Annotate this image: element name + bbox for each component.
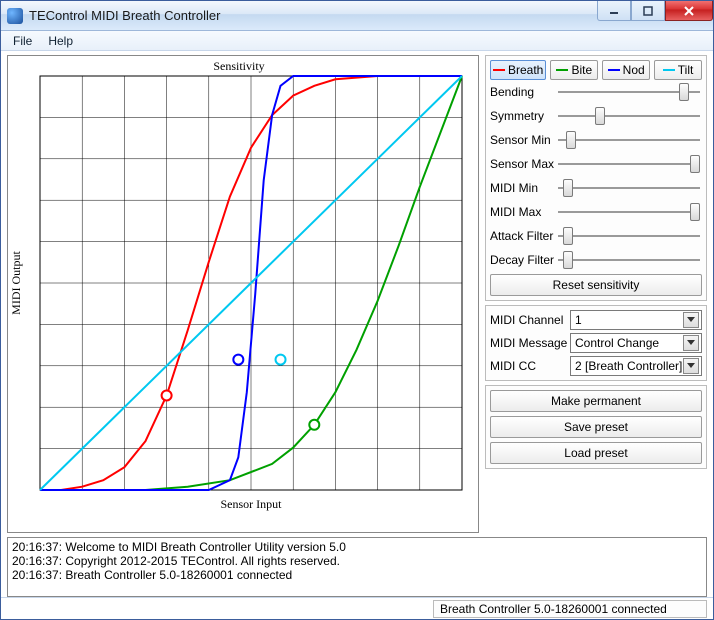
log-line: 20:16:37: Copyright 2012-2015 TEControl.…	[12, 554, 702, 568]
chevron-down-icon	[683, 358, 699, 374]
svg-text:Sensitivity: Sensitivity	[213, 59, 264, 73]
log-line: 20:16:37: Welcome to MIDI Breath Control…	[12, 540, 702, 554]
slider-label-bending: Bending	[490, 85, 556, 99]
slider-label-midi-max: MIDI Max	[490, 205, 556, 219]
legend-label: Nod	[623, 63, 645, 77]
slider-sensor-min[interactable]	[558, 131, 700, 149]
slider-label-symmetry: Symmetry	[490, 109, 556, 123]
slider-sensor-max[interactable]	[558, 155, 700, 173]
save-preset-button[interactable]: Save preset	[490, 416, 702, 438]
legend-label: Breath	[508, 63, 543, 77]
slider-attack-filter[interactable]	[558, 227, 700, 245]
make-permanent-button[interactable]: Make permanent	[490, 390, 702, 412]
menu-help[interactable]: Help	[40, 32, 81, 50]
midi-cc-label: MIDI CC	[490, 359, 570, 373]
slider-label-sensor-min: Sensor Min	[490, 133, 556, 147]
menu-file[interactable]: File	[5, 32, 40, 50]
app-icon	[7, 8, 23, 24]
slider-midi-min[interactable]	[558, 179, 700, 197]
chart-canvas: Sensitivity Sensor Input MIDI Output	[8, 56, 470, 514]
legend-swatch	[556, 69, 568, 71]
sensitivity-panel: Breath Bite Nod Tilt Bending Symmetry Sensor …	[485, 55, 707, 301]
window-close-button[interactable]	[665, 1, 713, 21]
midi-channel-value: 1	[575, 313, 582, 327]
statusbar: Breath Controller 5.0-18260001 connected	[1, 597, 713, 619]
legend-swatch	[493, 69, 505, 71]
legend-breath-button[interactable]: Breath	[490, 60, 546, 80]
slider-bending[interactable]	[558, 83, 700, 101]
sensitivity-chart: Sensitivity Sensor Input MIDI Output	[7, 55, 479, 533]
menubar: File Help	[1, 31, 713, 51]
slider-label-attack-filter: Attack Filter	[490, 229, 556, 243]
legend-nod-button[interactable]: Nod	[602, 60, 650, 80]
slider-label-sensor-max: Sensor Max	[490, 157, 556, 171]
svg-text:Sensor Input: Sensor Input	[221, 497, 283, 511]
window-maximize-button[interactable]	[631, 1, 665, 21]
legend-bite-button[interactable]: Bite	[550, 60, 598, 80]
titlebar: TEControl MIDI Breath Controller	[1, 1, 713, 31]
slider-decay-filter[interactable]	[558, 251, 700, 269]
midi-channel-label: MIDI Channel	[490, 313, 570, 327]
legend-label: Tilt	[678, 63, 694, 77]
svg-text:MIDI Output: MIDI Output	[9, 251, 23, 315]
log-panel[interactable]: 20:16:37: Welcome to MIDI Breath Control…	[7, 537, 707, 597]
midi-channel-select[interactable]: 1	[570, 310, 702, 330]
reset-sensitivity-button[interactable]: Reset sensitivity	[490, 274, 702, 296]
status-text: Breath Controller 5.0-18260001 connected	[433, 600, 707, 618]
window-title: TEControl MIDI Breath Controller	[29, 8, 220, 23]
legend-tilt-button[interactable]: Tilt	[654, 60, 702, 80]
chevron-down-icon	[683, 335, 699, 351]
log-line: 20:16:37: Breath Controller 5.0-18260001…	[12, 568, 702, 582]
legend-swatch	[608, 69, 620, 71]
slider-label-decay-filter: Decay Filter	[490, 253, 556, 267]
midi-message-select[interactable]: Control Change	[570, 333, 702, 353]
legend-swatch	[663, 69, 675, 71]
midi-cc-value: 2 [Breath Controller]	[575, 359, 682, 373]
legend-label: Bite	[571, 63, 592, 77]
midi-message-value: Control Change	[575, 336, 659, 350]
preset-panel: Make permanent Save preset Load preset	[485, 385, 707, 469]
slider-label-midi-min: MIDI Min	[490, 181, 556, 195]
midi-message-label: MIDI Message	[490, 336, 570, 350]
slider-midi-max[interactable]	[558, 203, 700, 221]
slider-symmetry[interactable]	[558, 107, 700, 125]
chevron-down-icon	[683, 312, 699, 328]
midi-settings-panel: MIDI Channel 1 MIDI Message Control Chan…	[485, 305, 707, 381]
window-minimize-button[interactable]	[597, 1, 631, 21]
midi-cc-select[interactable]: 2 [Breath Controller]	[570, 356, 702, 376]
load-preset-button[interactable]: Load preset	[490, 442, 702, 464]
